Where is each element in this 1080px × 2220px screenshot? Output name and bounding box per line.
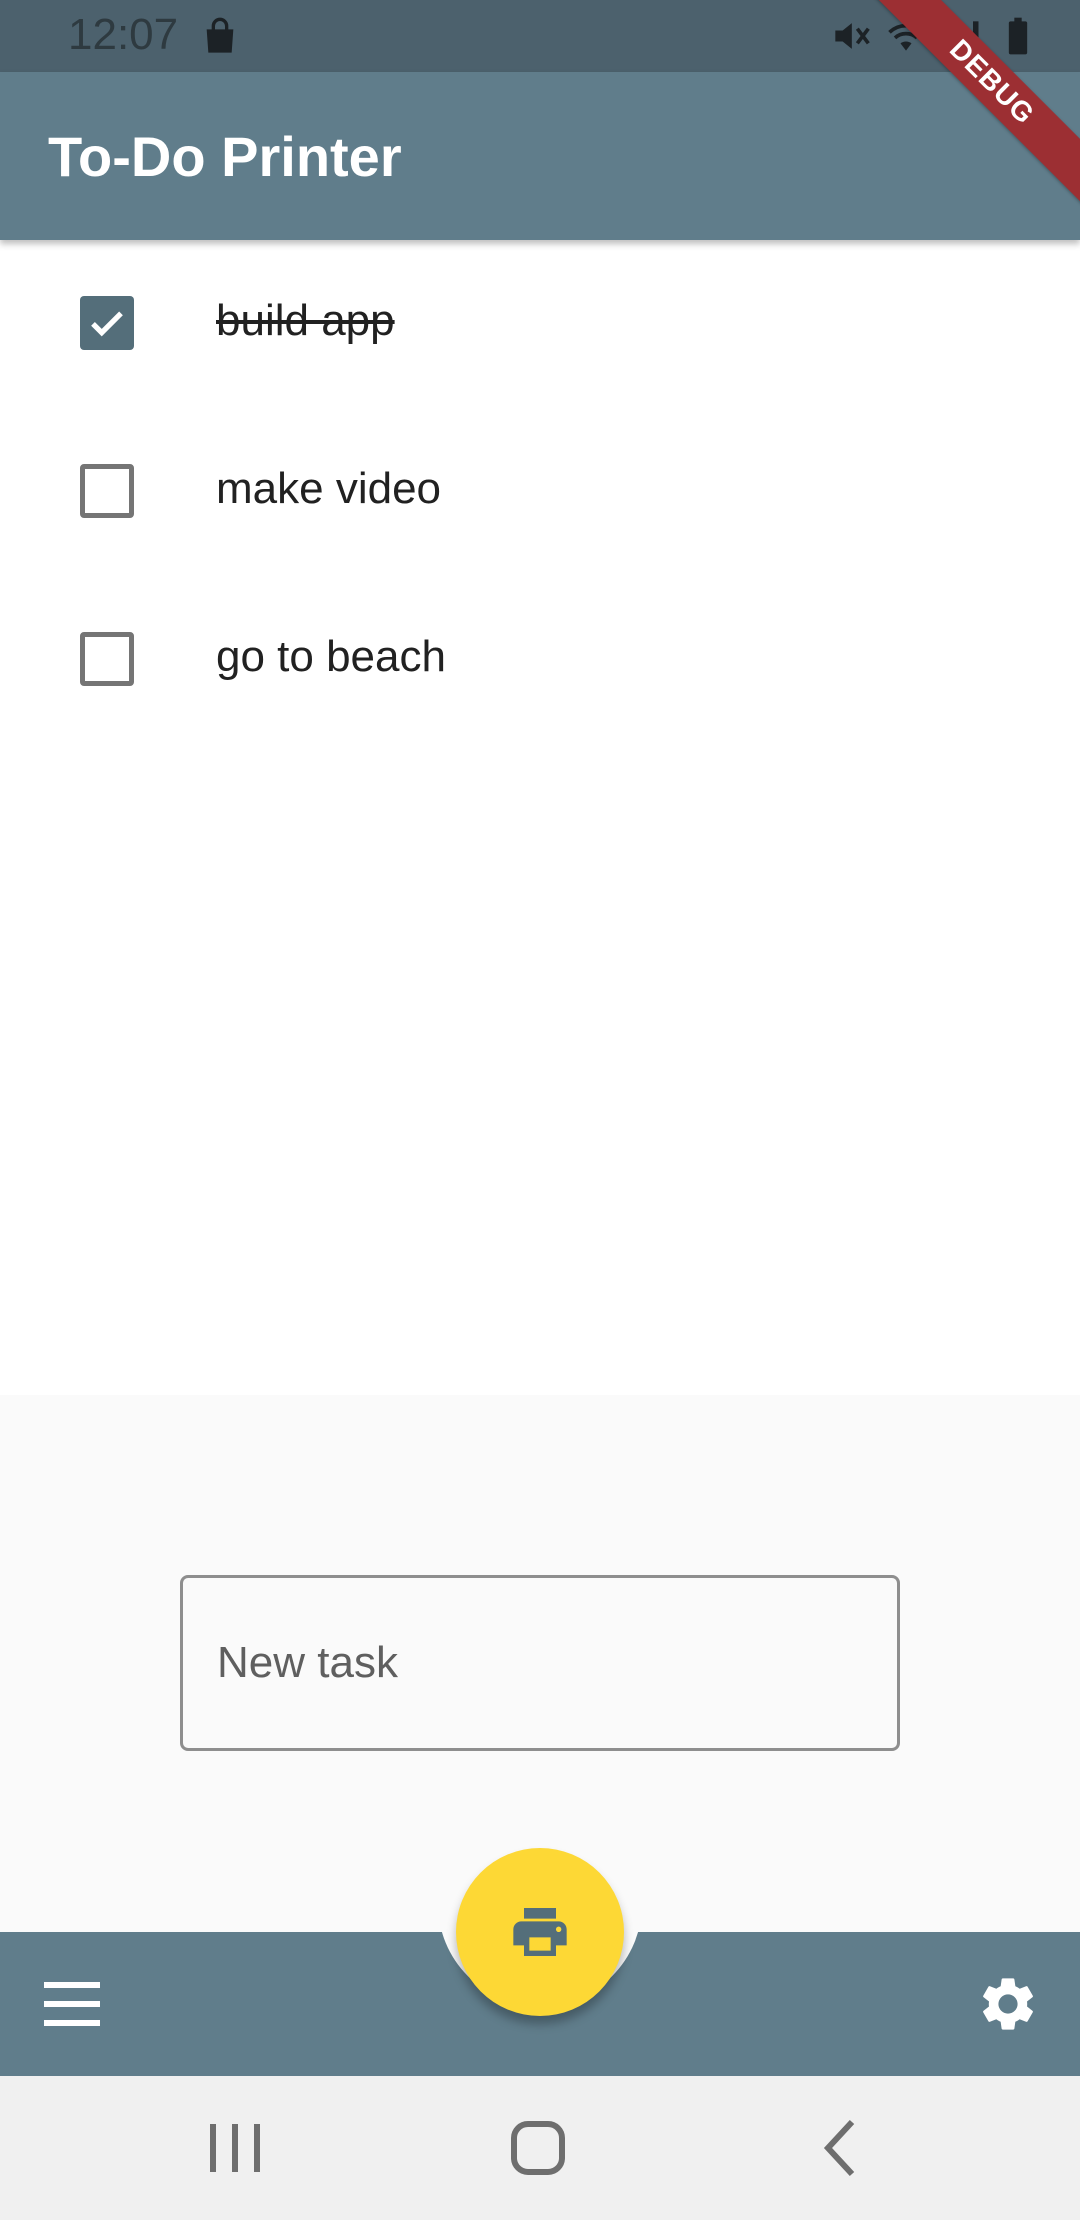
status-time: 12:07 [68, 10, 179, 59]
recent-apps-icon[interactable] [206, 2120, 264, 2176]
page-title: To-Do Printer [48, 125, 402, 188]
task-label: build app [216, 296, 395, 345]
check-icon [91, 311, 123, 337]
print-button[interactable] [456, 1848, 624, 2016]
back-icon[interactable] [820, 2116, 860, 2180]
task-checkbox[interactable] [80, 464, 134, 518]
new-task-input[interactable] [180, 1575, 900, 1751]
print-icon [513, 1908, 567, 1956]
task-item-go-to-beach[interactable]: go to beach [0, 576, 1080, 744]
settings-icon[interactable] [976, 1972, 1040, 2036]
system-nav-bar [0, 2076, 1080, 2220]
task-item-build-app[interactable]: build app [0, 240, 1080, 408]
menu-icon[interactable] [40, 1976, 104, 2032]
home-icon[interactable] [508, 2118, 568, 2178]
mute-icon [835, 23, 870, 49]
battery-icon [1008, 17, 1028, 55]
task-label: go to beach [216, 632, 446, 681]
task-item-make-video[interactable]: make video [0, 408, 1080, 576]
shopping-bag-icon [206, 17, 234, 53]
task-checkbox[interactable] [80, 632, 134, 686]
task-label: make video [216, 464, 442, 513]
task-checkbox-checked[interactable] [80, 296, 134, 350]
task-list: build app make video go to beach [0, 240, 1080, 1395]
app-bar: To-Do Printer [0, 72, 1080, 240]
